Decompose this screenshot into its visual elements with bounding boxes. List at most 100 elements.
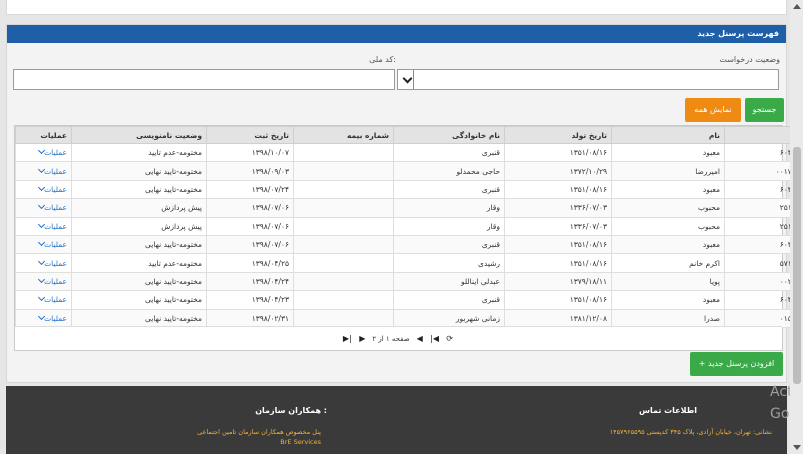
operations-dropdown-label[interactable]: عملیات: [44, 240, 67, 249]
table-row: ۲۵۱۱۱۴۷۳۶۱محبوب۱۳۳۶/۰۷/۰۳وقار۱۳۹۸/۰۷/۰۶پ…: [15, 216, 803, 236]
table-row: ۶۰۳۹۳۳۴۷۰۳معبود۱۳۵۱/۰۸/۱۶قنبری۱۳۹۸/۰۷/۲۴…: [15, 179, 803, 200]
cell-operations[interactable]: عملیات: [15, 198, 72, 218]
col-enrollment-status[interactable]: وضعیت نامنویسی: [71, 126, 207, 144]
add-personnel-button[interactable]: + افزودن پرسنل جدید: [690, 352, 783, 376]
cell-registration-date: ۱۳۹۸/۰۷/۰۶: [206, 216, 294, 236]
cell-operations[interactable]: عملیات: [15, 161, 72, 181]
search-button[interactable]: جستجو: [745, 98, 784, 122]
table-row: ۶۰۳۹۳۳۴۷۰۳معبود۱۳۵۱/۰۸/۱۶قنبری۱۳۹۸/۰۴/۲۳…: [15, 290, 803, 310]
operations-dropdown-label[interactable]: عملیات: [44, 295, 67, 304]
scroll-down-icon[interactable]: [793, 445, 801, 450]
cell-operations[interactable]: عملیات: [15, 290, 72, 310]
cell-birth-date: ۱۳۳۶/۰۷/۰۳: [504, 198, 612, 218]
operations-dropdown-label[interactable]: عملیات: [44, 203, 67, 212]
chevron-down-icon: [402, 72, 411, 82]
cell-operations[interactable]: عملیات: [15, 271, 72, 292]
table-row: ۰۰۲۳۸۱۷۲۷۵پویا۱۳۷۹/۱۸/۱۱عبدلی ایناللو۱۳۹…: [15, 271, 803, 292]
cell-last-name: قنبری: [393, 290, 505, 310]
cell-registration-date: ۱۳۹۸/۰۷/۰۶: [206, 234, 294, 255]
operations-dropdown-label[interactable]: عملیات: [44, 185, 67, 194]
cell-operations[interactable]: عملیات: [15, 253, 72, 273]
personnel-table: کدملی نام تاریخ تولد نام خانوادگی شماره …: [14, 125, 803, 351]
cell-first-name: معبود: [611, 142, 725, 163]
cell-first-name: معبود: [611, 179, 725, 200]
cell-first-name: معبود: [611, 234, 725, 255]
site-footer: اطلاعات تماس نشانی: تهران، خیابان آزادی،…: [6, 386, 787, 454]
col-insurance-number[interactable]: شماره بیمه: [293, 126, 394, 144]
personnel-list-panel: فهرست پرسنل جدید وضعیت درخواست کد ملی: ج…: [6, 24, 803, 383]
cell-registration-date: ۱۳۹۸/۰۲/۳۱: [206, 308, 294, 328]
cell-enrollment-status: مختومه-عدم تایید: [71, 142, 207, 163]
operations-dropdown-label[interactable]: عملیات: [44, 314, 67, 323]
cell-birth-date: ۱۳۸۱/۱۲/۰۸: [504, 308, 612, 328]
cell-operations[interactable]: عملیات: [15, 308, 72, 328]
cell-birth-date: ۱۳۵۱/۰۸/۱۶: [504, 290, 612, 310]
cell-first-name: محبوب: [611, 216, 725, 236]
cell-insurance-number: [293, 198, 394, 218]
cell-registration-date: ۱۳۹۸/۰۴/۲۳: [206, 290, 294, 310]
plus-icon: +: [698, 359, 708, 368]
cell-registration-date: ۱۳۹۸/۰۷/۰۶: [206, 198, 294, 218]
cell-enrollment-status: مختومه-تایید نهایی: [71, 271, 207, 292]
cell-last-name: حاجی محمدلو: [393, 161, 505, 181]
cell-last-name: قنبری: [393, 179, 505, 200]
cell-insurance-number: [293, 253, 394, 273]
scrollbar-thumb[interactable]: [793, 147, 801, 384]
next-page-icon[interactable]: ▶: [357, 334, 367, 344]
table-row: ۰۱۵۰۳۳۳۶۳۸صدرا۱۳۸۱/۱۲/۰۸زمانی شهربور۱۳۹۸…: [15, 308, 803, 328]
operations-dropdown-label[interactable]: عملیات: [44, 277, 67, 286]
cell-insurance-number: [293, 142, 394, 163]
pagination-bar: ▶| ▶ صفحه ۱ از ۲ ◀ |◀ ⟳: [15, 326, 782, 350]
cell-first-name: محبوب: [611, 198, 725, 218]
cell-insurance-number: [293, 179, 394, 200]
show-all-button[interactable]: نمایش همه: [685, 98, 741, 122]
table-row: ۶۰۳۹۳۳۴۷۰۳معبود۱۳۵۱/۰۸/۱۶قنبری۱۳۹۸/۱۰/۰۷…: [15, 142, 803, 163]
cell-enrollment-status: مختومه-عدم تایید: [71, 253, 207, 273]
cell-registration-date: ۱۳۹۸/۰۴/۲۴: [206, 271, 294, 292]
scroll-up-icon[interactable]: [793, 4, 801, 9]
cell-last-name: رشیدی: [393, 253, 505, 273]
cell-last-name: عبدلی ایناللو: [393, 271, 505, 292]
national-code-input[interactable]: [13, 69, 395, 90]
cell-last-name: وقار: [393, 216, 505, 236]
col-first-name[interactable]: نام: [611, 126, 725, 144]
table-header-row: کدملی نام تاریخ تولد نام خانوادگی شماره …: [15, 126, 803, 144]
national-code-label: کد ملی:: [369, 55, 396, 64]
cell-birth-date: ۱۳۵۱/۰۸/۱۶: [504, 142, 612, 163]
contact-address: نشانی: تهران، خیابان آزادی، پلاک ۳۴۵ کدپ…: [609, 428, 772, 436]
cell-enrollment-status: پیش پردازش: [71, 198, 207, 218]
cell-registration-date: ۱۳۹۸/۰۴/۲۵: [206, 253, 294, 273]
cell-operations[interactable]: عملیات: [15, 234, 72, 255]
prev-page-icon[interactable]: ◀: [415, 334, 425, 344]
last-page-icon[interactable]: ▶|: [342, 334, 352, 344]
cell-last-name: وقار: [393, 198, 505, 218]
cell-last-name: زمانی شهربور: [393, 308, 505, 328]
operations-dropdown-label[interactable]: عملیات: [44, 222, 67, 231]
cell-first-name: صدرا: [611, 308, 725, 328]
first-page-icon[interactable]: |◀: [430, 334, 440, 344]
page-scrollbar[interactable]: [790, 0, 803, 454]
cell-birth-date: ۱۳۷۲/۱۰/۲۹: [504, 161, 612, 181]
cell-operations[interactable]: عملیات: [15, 142, 72, 163]
cell-birth-date: ۱۳۵۱/۰۸/۱۶: [504, 234, 612, 255]
col-last-name[interactable]: نام خانوادگی: [393, 126, 505, 144]
cell-last-name: قنبری: [393, 234, 505, 255]
cell-enrollment-status: مختومه-تایید نهایی: [71, 290, 207, 310]
operations-dropdown-label[interactable]: عملیات: [44, 148, 67, 157]
status-select[interactable]: [397, 69, 779, 90]
panel-title: فهرست پرسنل جدید: [7, 25, 786, 43]
cell-registration-date: ۱۳۹۸/۱۰/۰۷: [206, 142, 294, 163]
cell-insurance-number: [293, 271, 394, 292]
cell-birth-date: ۱۳۵۱/۰۸/۱۶: [504, 253, 612, 273]
refresh-icon[interactable]: ⟳: [445, 334, 455, 344]
page-info: صفحه ۱ از ۲: [372, 334, 410, 343]
cell-operations[interactable]: عملیات: [15, 216, 72, 236]
operations-dropdown-label[interactable]: عملیات: [44, 167, 67, 176]
partners-link-2[interactable]: BrE Services: [280, 438, 321, 446]
partners-link[interactable]: پنل مخصوص همکاران سازمان تامین اجتماعی: [197, 428, 321, 436]
cell-operations[interactable]: عملیات: [15, 179, 72, 200]
operations-dropdown-label[interactable]: عملیات: [44, 259, 67, 268]
col-birth-date[interactable]: تاریخ تولد: [504, 126, 612, 144]
cell-enrollment-status: مختومه-تایید نهایی: [71, 308, 207, 328]
col-registration-date[interactable]: تاریخ ثبت: [206, 126, 294, 144]
